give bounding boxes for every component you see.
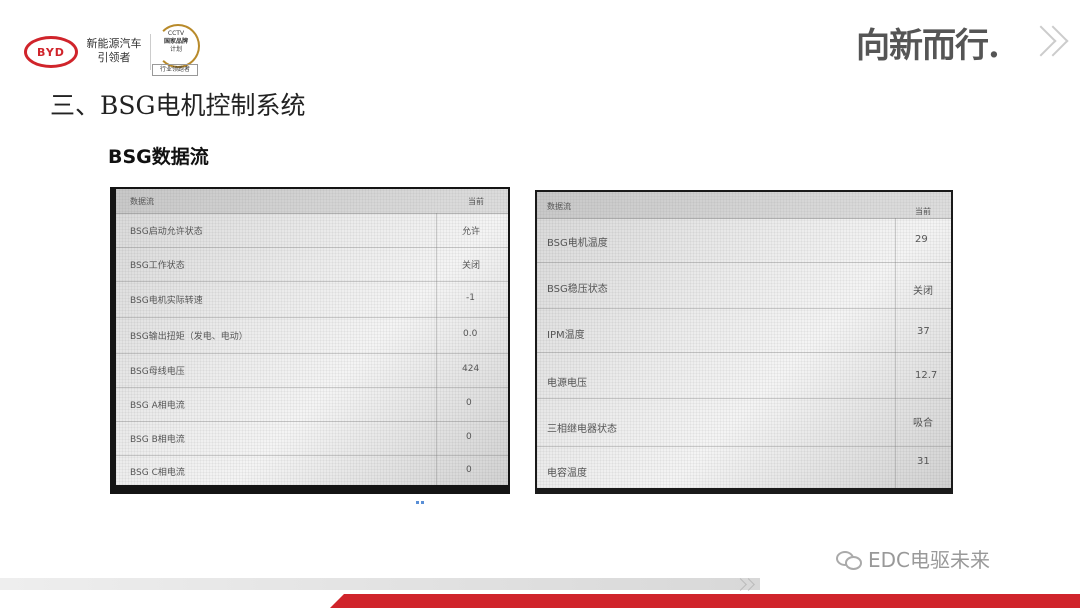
watermark: EDC电驱未来 xyxy=(836,544,990,573)
screen-photo-left: 数据流 当前 BSG启动允许状态 允许 BSG工作状态 关闭 BSG电机实际转速… xyxy=(110,187,510,504)
row-value: 关闭 xyxy=(913,286,933,297)
column-header-name: 数据流 xyxy=(130,197,154,206)
row-label: BSG电机温度 xyxy=(547,238,608,249)
row-label: BSG电机实际转速 xyxy=(130,296,203,306)
table-row: BSG A相电流 0 xyxy=(116,387,508,422)
row-label: BSG输出扭矩（发电、电动） xyxy=(130,332,248,342)
section-subtitle: BSG数据流 xyxy=(108,146,209,168)
table-row: BSG工作状态 关闭 xyxy=(116,247,508,282)
row-value: 关闭 xyxy=(462,261,481,271)
row-value: 0 xyxy=(466,398,472,408)
table-row: 电源电压 12.7 xyxy=(537,352,951,399)
table-row: BSG C相电流 0 xyxy=(116,455,508,485)
row-value: 0 xyxy=(466,465,472,475)
row-label: BSG C相电流 xyxy=(130,468,185,478)
byd-logo: BYD xyxy=(24,36,78,68)
table-header: 数据流 当前 xyxy=(116,189,508,214)
footer-stripe-grey xyxy=(0,578,760,590)
row-label: BSG工作状态 xyxy=(130,261,185,271)
badge-line: 计划 xyxy=(169,46,182,53)
row-label: BSG母线电压 xyxy=(130,367,185,377)
watermark-text: EDC电驱未来 xyxy=(868,548,991,572)
row-label: BSG B相电流 xyxy=(130,435,185,445)
badge-text: CCTV 国家品牌 计划 xyxy=(152,30,200,54)
table-row: BSG稳压状态 关闭 xyxy=(537,262,951,309)
row-label: BSG A相电流 xyxy=(130,401,185,411)
header-divider xyxy=(150,34,151,70)
table-row: BSG启动允许状态 允许 xyxy=(116,213,508,248)
cctv-brand-badge: CCTV 国家品牌 计划 xyxy=(152,24,200,76)
column-header-name: 数据流 xyxy=(547,202,571,211)
data-stream-table-left: 数据流 当前 BSG启动允许状态 允许 BSG工作状态 关闭 BSG电机实际转速… xyxy=(116,189,508,485)
row-label: 三相继电器状态 xyxy=(547,424,617,435)
column-header-value: 当前 xyxy=(468,197,484,206)
footer-stripe-red xyxy=(330,594,1080,608)
row-label: 电容温度 xyxy=(547,468,587,479)
row-value: 37 xyxy=(917,326,930,337)
wechat-icon xyxy=(836,549,862,570)
table-row: BSG B相电流 0 xyxy=(116,421,508,456)
slogan: 向新而行. xyxy=(856,26,1000,66)
row-label: BSG稳压状态 xyxy=(547,284,608,295)
row-value: 424 xyxy=(462,364,480,374)
row-label: IPM温度 xyxy=(547,330,585,341)
row-value: -1 xyxy=(466,293,475,303)
row-value: 12.7 xyxy=(915,370,938,381)
table-row: IPM温度 37 xyxy=(537,308,951,353)
table-row: BSG电机温度 29 xyxy=(537,218,951,263)
brand-tagline: 新能源汽车 引领者 xyxy=(80,37,148,65)
table-row: 三相继电器状态 吸合 xyxy=(537,398,951,447)
table-row: BSG电机实际转速 -1 xyxy=(116,281,508,318)
page-indicator-icon xyxy=(416,489,428,504)
row-value: 31 xyxy=(917,456,930,467)
screen-photo-right: 数据流 当前 BSG电机温度 29 BSG稳压状态 关闭 IPM温度 37 电源… xyxy=(535,190,953,494)
row-value: 0 xyxy=(466,432,472,442)
badge-line: CCTV xyxy=(167,30,185,37)
badge-line: 国家品牌 xyxy=(163,38,188,45)
table-header: 数据流 当前 xyxy=(537,192,951,219)
row-value: 29 xyxy=(915,234,928,245)
row-value: 0.0 xyxy=(463,329,478,339)
brand-line-1: 新能源汽车 xyxy=(86,37,142,50)
column-header-value: 当前 xyxy=(915,207,931,216)
row-value: 吸合 xyxy=(913,418,933,429)
brand-line-2: 引领者 xyxy=(97,51,131,64)
table-row: 电容温度 31 xyxy=(537,446,951,488)
row-label: BSG启动允许状态 xyxy=(130,227,203,237)
table-row: BSG输出扭矩（发电、电动） 0.0 xyxy=(116,317,508,354)
row-label: 电源电压 xyxy=(547,378,587,389)
page-title: 三、BSG电机控制系统 xyxy=(50,91,306,120)
row-value: 允许 xyxy=(462,227,481,237)
data-stream-table-right: 数据流 当前 BSG电机温度 29 BSG稳压状态 关闭 IPM温度 37 电源… xyxy=(537,192,951,488)
table-row: BSG母线电压 424 xyxy=(116,353,508,388)
